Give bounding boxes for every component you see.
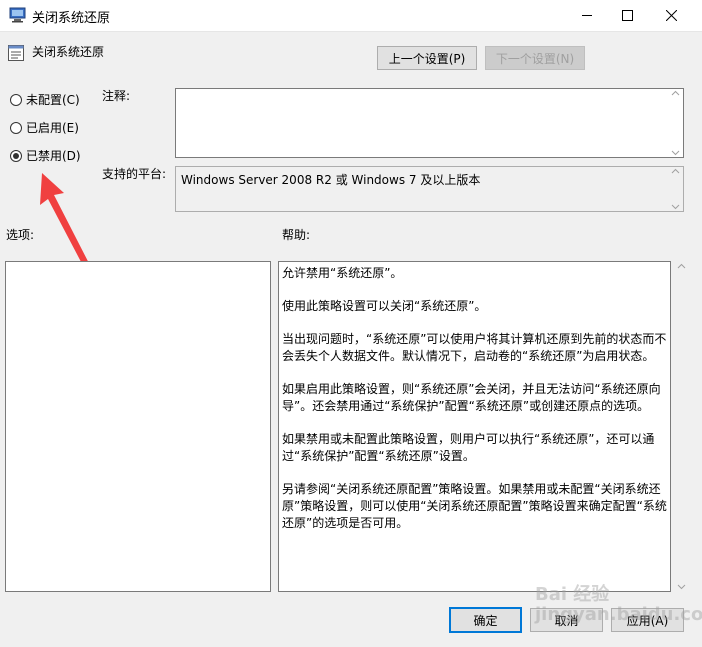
watermark: Bai 经验 jingyan.baidu.com: [535, 584, 702, 625]
comment-scrollbar[interactable]: [667, 89, 683, 157]
minimize-icon: [581, 15, 592, 16]
next-setting-button[interactable]: 下一个设置(N): [485, 46, 585, 70]
window-title: 关闭系统还原: [32, 11, 111, 26]
platform-field: Windows Server 2008 R2 或 Windows 7 及以上版本: [175, 166, 684, 212]
platform-label: 支持的平台:: [102, 167, 167, 181]
scroll-up-icon: [671, 168, 679, 174]
radio-not-configured-label: 未配置(C): [26, 93, 80, 107]
policy-setting-icon: [8, 45, 24, 61]
help-paragraph: 使用此策略设置可以关闭“系统还原”。: [282, 299, 487, 313]
help-paragraph: 如果启用此策略设置，则“系统还原”会关闭，并且无法访问“系统还原向导”。还会禁用…: [282, 382, 661, 413]
title-bar[interactable]: 关闭系统还原: [0, 0, 702, 32]
help-paragraph: 允许禁用“系统还原”。: [282, 266, 403, 280]
radio-disabled-indicator[interactable]: [10, 149, 22, 162]
help-label: 帮助:: [282, 228, 311, 242]
comment-label: 注释:: [102, 89, 131, 103]
radio-enabled-indicator[interactable]: [10, 121, 22, 134]
help-text: 允许禁用“系统还原”。 使用此策略设置可以关闭“系统还原”。 当出现问题时，“系…: [282, 265, 670, 548]
scroll-up-icon: [677, 263, 685, 269]
scroll-down-icon: [671, 204, 679, 210]
options-pane: [5, 261, 271, 592]
platform-scrollbar[interactable]: [667, 167, 683, 211]
help-scrollbar[interactable]: [673, 262, 689, 591]
radio-disabled[interactable]: 已禁用(D): [10, 147, 81, 164]
policy-window-icon: [9, 7, 26, 23]
platform-value: Windows Server 2008 R2 或 Windows 7 及以上版本: [181, 173, 481, 187]
policy-name: 关闭系统还原: [32, 45, 105, 59]
maximize-button[interactable]: [604, 0, 650, 31]
maximize-icon: [621, 10, 633, 21]
comment-textarea[interactable]: [175, 88, 684, 158]
radio-enabled[interactable]: 已启用(E): [10, 119, 79, 136]
scroll-down-icon: [671, 150, 679, 156]
ok-button[interactable]: 确定: [449, 607, 522, 633]
radio-enabled-label: 已启用(E): [26, 121, 79, 135]
help-paragraph: 当出现问题时，“系统还原”可以使用户将其计算机还原到先前的状态而不会丢失个人数据…: [282, 332, 667, 363]
scroll-up-icon: [671, 90, 679, 96]
options-label: 选项:: [6, 228, 35, 242]
help-paragraph: 另请参阅“关闭系统还原配置”策略设置。如果禁用或未配置“关闭系统还原”策略设置，…: [282, 482, 667, 530]
help-paragraph: 如果禁用或未配置此策略设置，则用户可以执行“系统还原”，还可以通过“系统保护”配…: [282, 432, 655, 463]
radio-not-configured[interactable]: 未配置(C): [10, 91, 80, 108]
previous-setting-button[interactable]: 上一个设置(P): [377, 46, 477, 70]
close-icon: [665, 10, 677, 21]
close-button[interactable]: [648, 0, 694, 31]
radio-disabled-label: 已禁用(D): [26, 149, 81, 163]
radio-not-configured-indicator[interactable]: [10, 93, 22, 106]
